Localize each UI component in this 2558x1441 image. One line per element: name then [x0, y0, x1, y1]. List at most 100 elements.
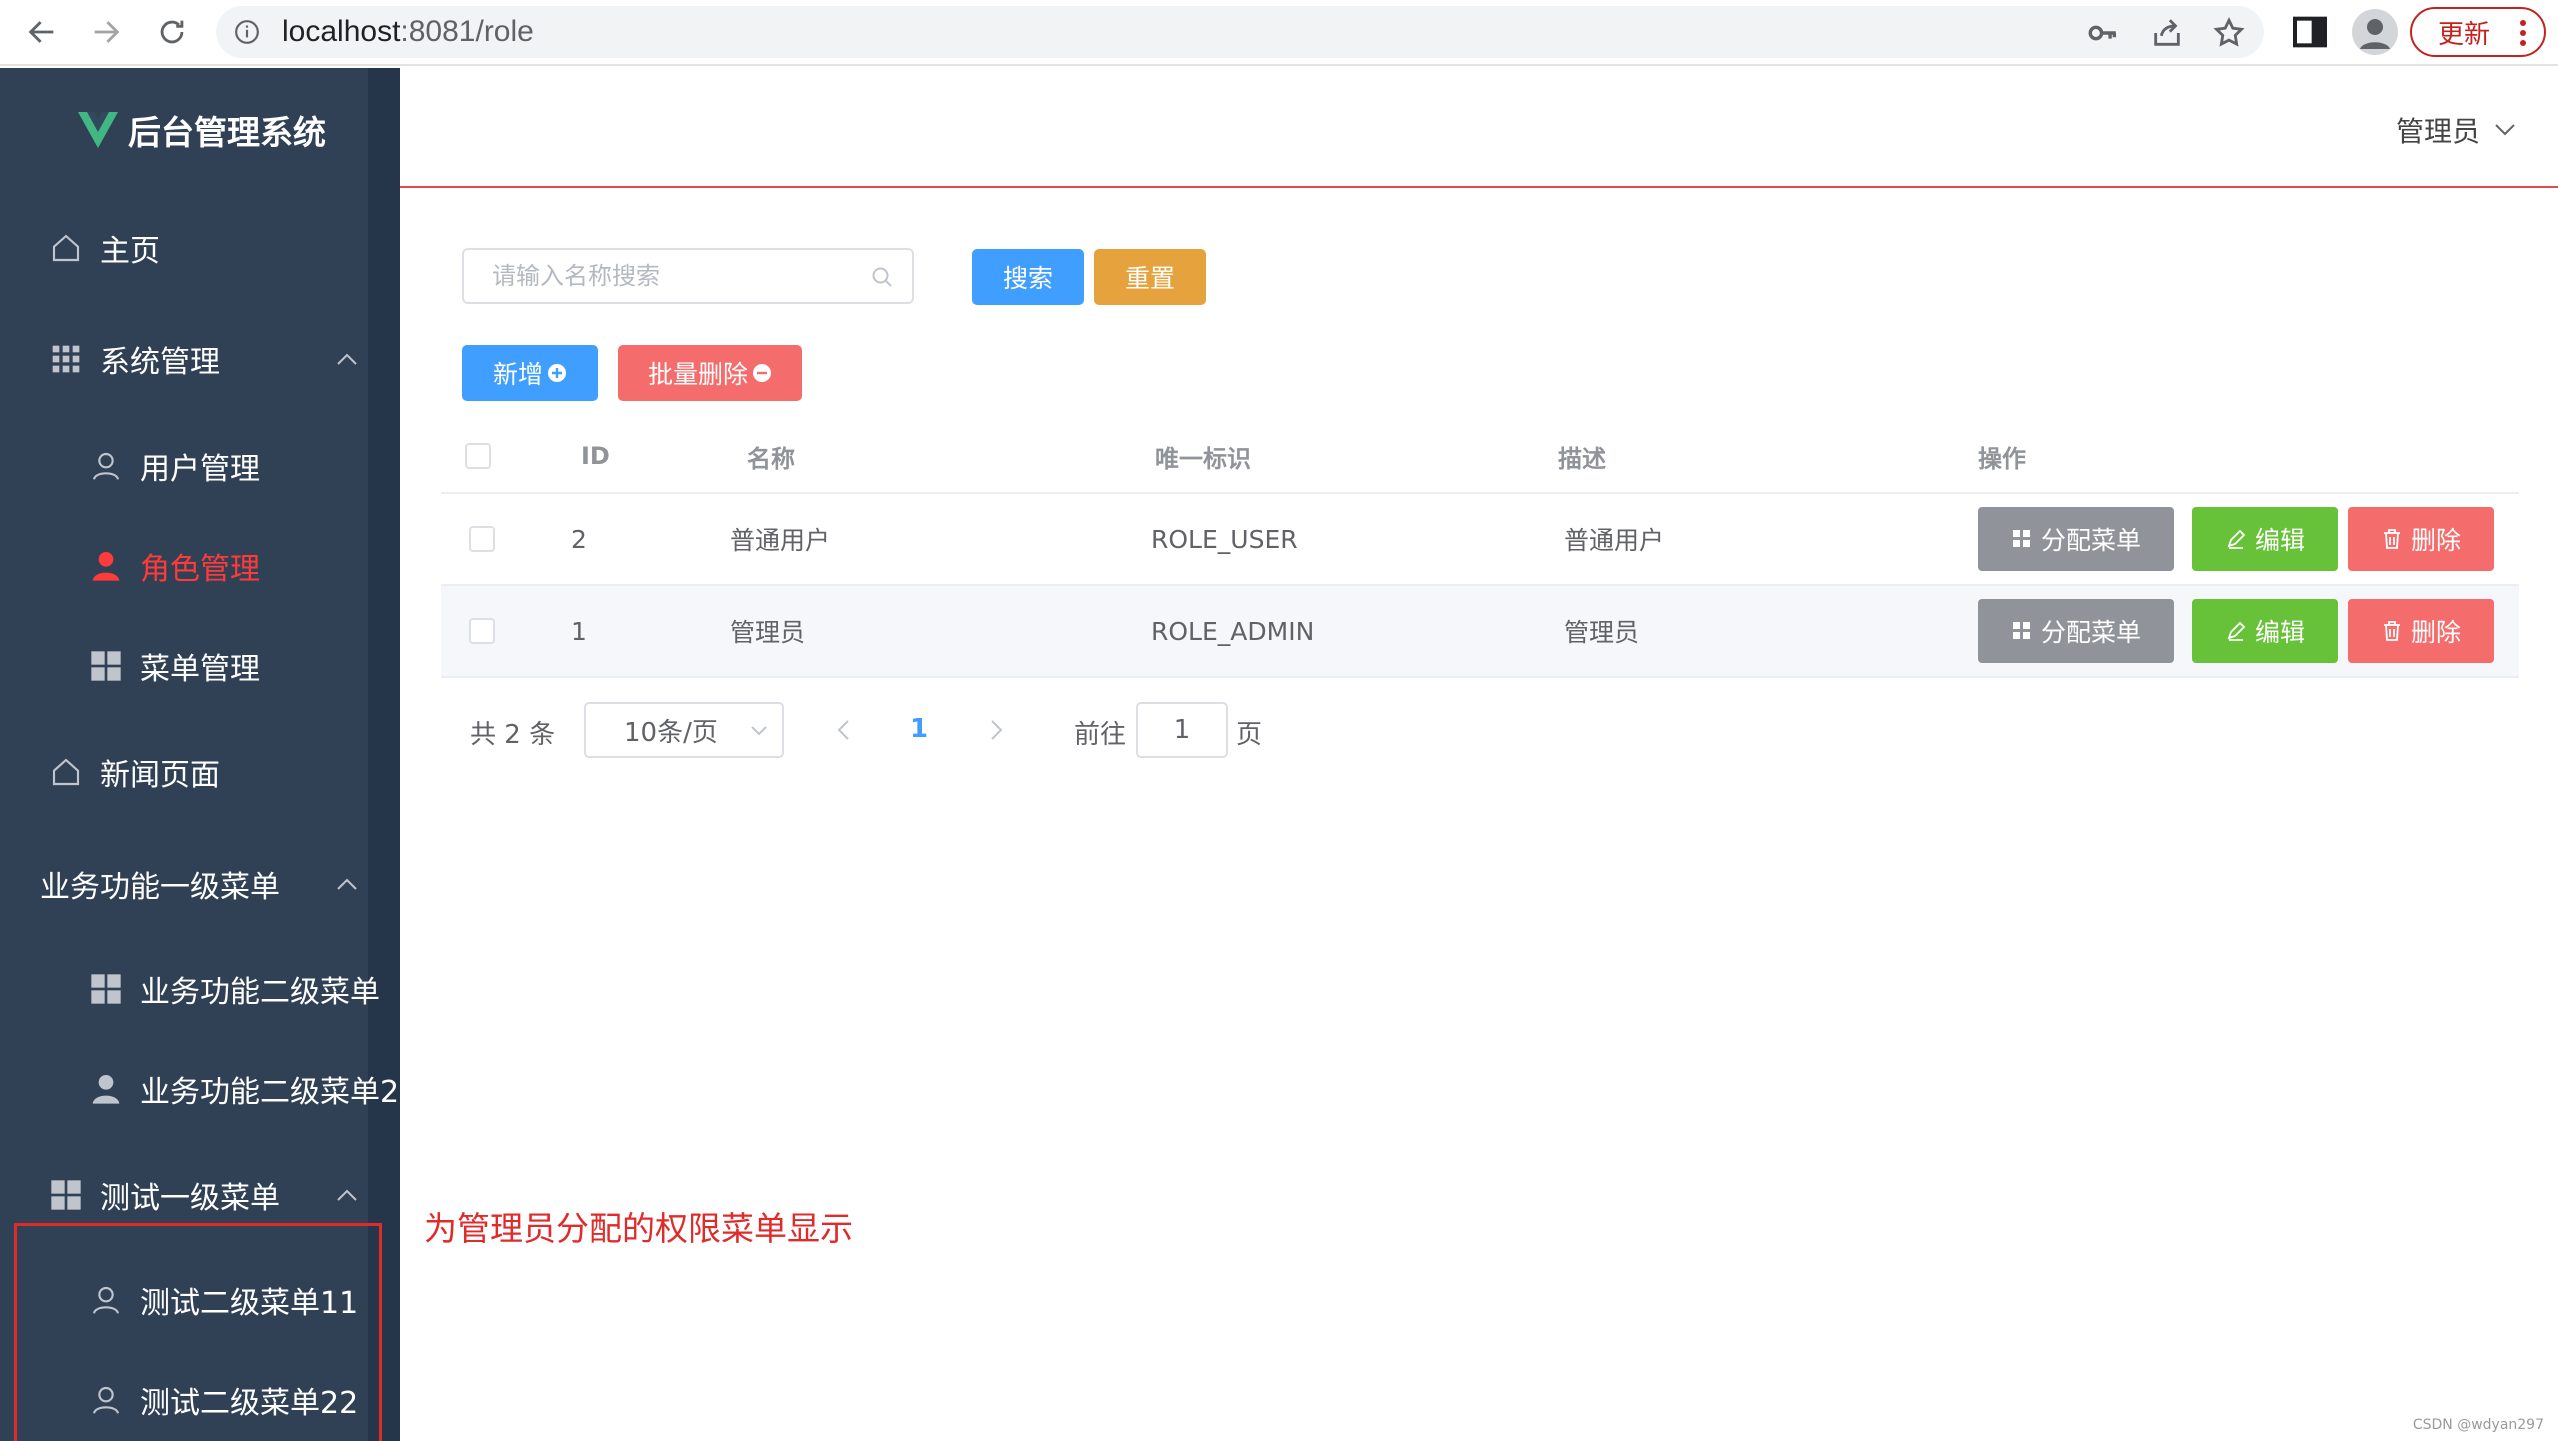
url-host: localhost	[282, 15, 401, 48]
page-size-select[interactable]: 10条/页	[584, 702, 784, 758]
assign-menu-label: 分配菜单	[2040, 526, 2141, 555]
sidebar-item-menus[interactable]: 菜单管理	[0, 621, 368, 711]
sidebar-item-label: 新闻页面	[100, 758, 220, 793]
pagination: 共 2 条 10条/页 1 前往 1 页	[470, 702, 1370, 758]
row-checkbox[interactable]	[469, 526, 495, 552]
column-header-flag[interactable]: 唯一标识	[1155, 420, 1251, 492]
circle-minus-icon	[753, 364, 771, 382]
prev-page-icon[interactable]	[834, 718, 854, 742]
delete-button[interactable]: 删除	[2348, 599, 2494, 663]
cell-desc: 管理员	[1564, 618, 1640, 647]
reset-button[interactable]: 重置	[1094, 249, 1206, 305]
annotation-highlight-box	[14, 1223, 382, 1441]
sidebar-item-label: 角色管理	[140, 552, 260, 587]
cell-flag: ROLE_ADMIN	[1151, 616, 1315, 646]
batch-delete-button[interactable]: 批量删除	[618, 345, 802, 401]
side-panel-icon[interactable]	[2290, 12, 2330, 52]
chevron-down-icon	[2495, 124, 2515, 136]
cell-id: 1	[571, 616, 587, 646]
cell-name: 普通用户	[730, 526, 831, 555]
user-filled-icon	[92, 552, 120, 581]
sidebar-item-label: 用户管理	[140, 452, 260, 487]
assign-menu-button[interactable]: 分配菜单	[1978, 599, 2174, 663]
edit-pencil-icon	[2227, 529, 2246, 549]
share-icon[interactable]	[2150, 16, 2184, 50]
chevron-up-icon	[337, 878, 357, 890]
delete-label: 删除	[2410, 618, 2461, 647]
cell-desc: 普通用户	[1564, 526, 1665, 555]
forward-icon[interactable]	[82, 8, 130, 56]
sidebar-item-label: 菜单管理	[140, 652, 260, 687]
sidebar-item-users[interactable]: 用户管理	[0, 421, 368, 511]
column-header-desc[interactable]: 描述	[1558, 420, 1606, 492]
top-header: 管理员	[400, 68, 2558, 188]
grid-icon	[51, 1180, 81, 1210]
cell-flag: ROLE_USER	[1151, 524, 1298, 554]
profile-avatar[interactable]	[2352, 9, 2398, 55]
goto-suffix: 页	[1236, 720, 1263, 750]
goto-page-input[interactable]: 1	[1136, 702, 1228, 758]
user-name: 管理员	[2395, 115, 2480, 148]
sidebar-item-news[interactable]: 新闻页面	[0, 727, 368, 817]
reset-button-label: 重置	[1124, 264, 1175, 293]
sidebar-item-label: 测试一级菜单	[100, 1181, 280, 1216]
chevron-up-icon	[337, 1189, 357, 1201]
trash-icon	[2383, 529, 2400, 549]
select-all-checkbox[interactable]	[465, 443, 491, 469]
page-size-value: 10条/页	[624, 717, 718, 748]
role-table: ID 名称 唯一标识 描述 操作 2 普通用户 ROLE_USER 普通用户 分…	[441, 420, 2519, 678]
logo-text: 后台管理系统	[128, 113, 326, 152]
user-filled-icon	[92, 1075, 120, 1104]
next-page-icon[interactable]	[986, 718, 1006, 742]
user-outline-icon	[92, 452, 120, 480]
sidebar-item-business[interactable]: 业务功能一级菜单	[0, 839, 368, 929]
add-button[interactable]: 新增	[462, 345, 598, 401]
logo[interactable]: 后台管理系统	[78, 106, 326, 154]
site-info-icon[interactable]	[234, 19, 260, 45]
cell-id: 2	[571, 524, 587, 554]
user-dropdown[interactable]: 管理员	[2396, 110, 2516, 150]
sidebar-item-roles[interactable]: 角色管理	[0, 521, 368, 611]
column-header-name[interactable]: 名称	[747, 420, 795, 492]
grid-icon	[91, 974, 121, 1004]
column-header-id[interactable]: ID	[581, 420, 610, 492]
search-field	[462, 248, 914, 304]
assign-menu-button[interactable]: 分配菜单	[1978, 507, 2174, 571]
update-button[interactable]: 更新	[2410, 7, 2546, 57]
sidebar-item-business-sub1[interactable]: 业务功能二级菜单	[0, 944, 380, 1034]
table-row: 2 普通用户 ROLE_USER 普通用户 分配菜单 编辑 删除	[441, 494, 2519, 586]
page-number-current[interactable]: 1	[910, 714, 928, 744]
address-bar[interactable]: localhost:8081/role	[216, 6, 2264, 58]
edit-label: 编辑	[2254, 618, 2305, 647]
edit-button[interactable]: 编辑	[2192, 507, 2338, 571]
table-row: 1 管理员 ROLE_ADMIN 管理员 分配菜单 编辑 删除	[441, 586, 2519, 678]
sidebar-item-business-sub2[interactable]: 业务功能二级菜单2	[0, 1044, 399, 1134]
add-button-label: 新增	[492, 360, 543, 389]
delete-label: 删除	[2410, 526, 2461, 555]
search-input[interactable]	[464, 250, 844, 302]
bookmark-star-icon[interactable]	[2212, 16, 2246, 50]
search-button-label: 搜索	[1002, 264, 1053, 293]
sidebar-item-label: 系统管理	[100, 345, 220, 380]
cell-name: 管理员	[730, 618, 806, 647]
search-button[interactable]: 搜索	[972, 249, 1084, 305]
circle-plus-icon	[548, 364, 566, 382]
grid-icon	[52, 345, 80, 373]
trash-icon	[2383, 621, 2400, 641]
sidebar-item-label: 主页	[100, 234, 160, 269]
chevron-up-icon	[337, 353, 357, 365]
reload-icon[interactable]	[148, 8, 196, 56]
pagination-total: 共 2 条	[470, 720, 556, 750]
row-checkbox[interactable]	[469, 618, 495, 644]
key-icon[interactable]	[2086, 16, 2120, 50]
delete-button[interactable]: 删除	[2348, 507, 2494, 571]
home-icon	[52, 234, 80, 262]
column-header-actions: 操作	[1978, 444, 2026, 473]
url-path: :8081/role	[400, 15, 534, 48]
sidebar-item-system[interactable]: 系统管理	[0, 314, 368, 404]
edit-label: 编辑	[2254, 526, 2305, 555]
sidebar-item-home[interactable]: 主页	[0, 203, 368, 293]
back-icon[interactable]	[18, 8, 66, 56]
edit-button[interactable]: 编辑	[2192, 599, 2338, 663]
chevron-down-icon	[751, 726, 767, 736]
